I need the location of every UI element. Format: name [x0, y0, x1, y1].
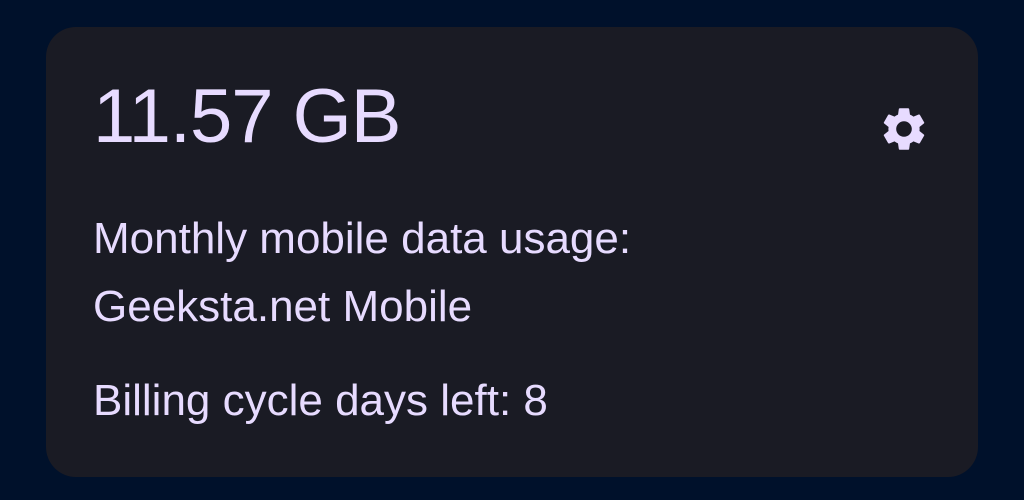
- billing-cycle-days-left: Billing cycle days left: 8: [93, 376, 548, 425]
- usage-total-value: 11.57 GB: [93, 74, 401, 159]
- gear-icon: [878, 103, 930, 155]
- carrier-name: Geeksta.net Mobile: [93, 282, 473, 331]
- usage-description: Monthly mobile data usage:: [93, 214, 632, 263]
- data-usage-widget[interactable]: 11.57 GB Monthly mobile data usage: Geek…: [46, 27, 978, 477]
- settings-button[interactable]: [872, 97, 936, 161]
